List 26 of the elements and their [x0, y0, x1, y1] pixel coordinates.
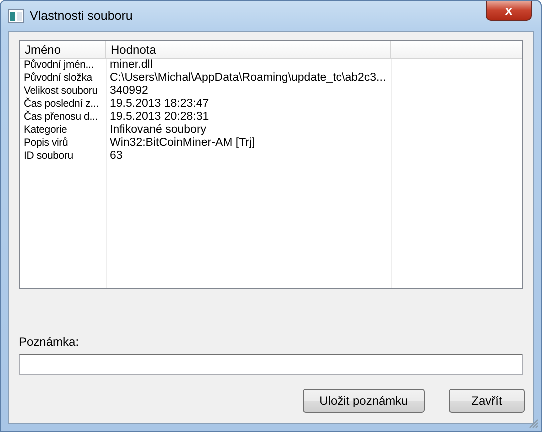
property-name: Původní jmén...	[23, 59, 95, 72]
note-field[interactable]	[19, 354, 523, 375]
column-header[interactable]: Hodnota	[106, 41, 391, 58]
note-label: Poznámka:	[19, 335, 80, 349]
property-value: 63	[109, 150, 124, 163]
save-note-button[interactable]: Uložit poznámku	[303, 389, 425, 413]
property-value: C:\Users\Michal\AppData\Roaming\update_tc\ab2c3...	[109, 72, 388, 85]
property-value: Infikované soubory	[109, 124, 208, 137]
column-header[interactable]: Jméno	[20, 41, 106, 58]
property-name: Čas přenosu d...	[23, 111, 99, 124]
property-value: Win32:BitCoinMiner-AM [Trj]	[109, 137, 256, 150]
close-button[interactable]: x	[486, 1, 532, 21]
property-name: Velikost souboru	[23, 85, 99, 98]
property-value: 340992	[109, 85, 150, 98]
resize-grip-icon[interactable]	[529, 419, 539, 429]
property-name: ID souboru	[23, 150, 74, 163]
property-name: Kategorie	[23, 124, 68, 137]
app-icon	[8, 9, 24, 23]
property-value: 19.5.2013 18:23:47	[109, 98, 210, 111]
property-name: Původní složka	[23, 72, 94, 85]
property-name: Popis virů	[23, 137, 70, 150]
close-dialog-button[interactable]: Zavřít	[449, 389, 525, 413]
window-title: Vlastnosti souboru	[30, 8, 133, 25]
property-value: miner.dll	[109, 59, 154, 72]
property-value: 19.5.2013 20:28:31	[109, 111, 210, 124]
property-name: Čas poslední z...	[23, 98, 100, 110]
